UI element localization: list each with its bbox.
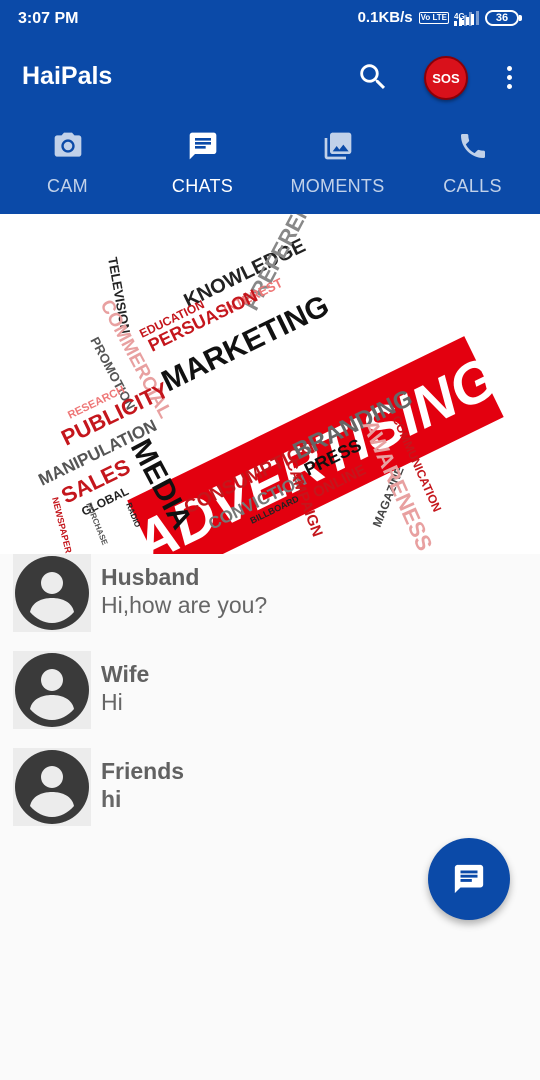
chat-name: Husband xyxy=(101,564,200,590)
search-icon xyxy=(360,64,386,90)
more-options-button[interactable] xyxy=(496,62,522,92)
status-indicators: 0.1KB/s Vo LTE 4G 36 xyxy=(358,9,522,26)
app-title: HaiPals xyxy=(22,62,113,90)
advertising-word-cloud: ADVERTISING TELEVISION KNOWLEDGE PREFERE… xyxy=(35,214,508,554)
chat-item-wife[interactable]: Wife Hi xyxy=(0,647,540,744)
tab-calls-label: CALLS xyxy=(443,176,502,196)
message-icon xyxy=(454,864,484,894)
volte-icon: Vo LTE xyxy=(418,11,449,24)
advertising-banner[interactable]: ADVERTISING TELEVISION KNOWLEDGE PREFERE… xyxy=(0,214,540,554)
person-icon xyxy=(15,750,89,824)
chat-list: Husband Hi,how are you? Wife Hi Friends … xyxy=(0,550,540,841)
person-icon xyxy=(15,653,89,727)
tab-calls[interactable]: CALLS xyxy=(405,124,540,214)
tab-bar: CAM CHATS MOMENTS CALLS xyxy=(0,124,540,214)
battery-level: 36 xyxy=(485,9,519,26)
tab-chats[interactable]: CHATS xyxy=(135,124,270,214)
avatar xyxy=(13,651,91,729)
photo-library-icon xyxy=(324,132,351,160)
chat-name: Wife xyxy=(101,661,150,687)
phone-icon xyxy=(460,134,485,158)
chat-name: Friends xyxy=(101,758,185,784)
tab-moments[interactable]: MOMENTS xyxy=(270,124,405,214)
tab-moments-label: MOMENTS xyxy=(290,176,385,196)
sos-button[interactable]: SOS xyxy=(424,56,468,100)
avatar xyxy=(13,554,91,632)
status-bar: 3:07 PM 0.1KB/s Vo LTE 4G 36 xyxy=(0,0,540,38)
chat-last-message: Hi xyxy=(101,689,123,715)
person-icon xyxy=(15,556,89,630)
chat-last-message: Hi,how are you? xyxy=(101,592,268,618)
tab-chats-label: CHATS xyxy=(171,176,234,196)
battery-icon: 36 xyxy=(485,9,522,26)
search-button[interactable] xyxy=(356,60,390,94)
app-bar: 3:07 PM 0.1KB/s Vo LTE 4G 36 HaiPals SOS… xyxy=(0,0,540,214)
chat-item-friends[interactable]: Friends hi xyxy=(0,744,540,841)
more-vert-icon xyxy=(506,65,512,71)
tab-cam[interactable]: CAM xyxy=(0,124,135,214)
avatar xyxy=(13,748,91,826)
new-chat-fab[interactable] xyxy=(428,838,510,920)
status-time: 3:07 PM xyxy=(18,10,79,27)
tab-cam-label: CAM xyxy=(47,176,88,196)
camera-icon xyxy=(54,132,81,157)
network-speed: 0.1KB/s xyxy=(357,9,413,26)
chat-icon xyxy=(189,132,216,160)
chat-item-husband[interactable]: Husband Hi,how are you? xyxy=(0,550,540,647)
chat-last-message: hi xyxy=(101,786,122,812)
